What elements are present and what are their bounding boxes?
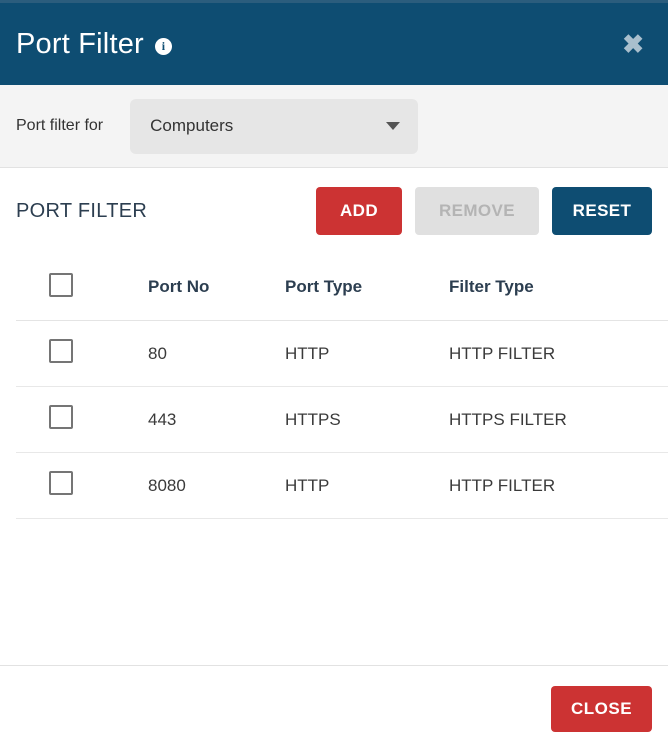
select-all-header — [16, 254, 148, 321]
row-select-cell — [16, 320, 148, 387]
row-select-cell — [16, 386, 148, 453]
table-header-row: Port No Port Type Filter Type — [16, 254, 668, 321]
section-toolbar: PORT FILTER ADD REMOVE RESET — [16, 168, 652, 254]
column-header-port-type: Port Type — [285, 254, 449, 321]
filter-bar: Port filter for Computers — [0, 85, 668, 168]
add-button[interactable]: ADD — [316, 187, 402, 235]
cell-port-no: 8080 — [148, 452, 285, 519]
cell-port-no: 443 — [148, 386, 285, 453]
page-title: Port Filter — [16, 27, 144, 60]
action-button-group: ADD REMOVE RESET — [316, 187, 652, 235]
row-checkbox[interactable] — [49, 471, 73, 495]
table-row[interactable]: 80 HTTP HTTP FILTER — [16, 320, 668, 387]
table-header: Port No Port Type Filter Type — [16, 254, 668, 321]
row-checkbox[interactable] — [49, 339, 73, 363]
dialog-footer: CLOSE — [0, 665, 668, 751]
close-icon[interactable]: ✖ — [616, 27, 650, 61]
select-all-checkbox[interactable] — [49, 272, 73, 297]
chevron-down-icon — [386, 122, 401, 130]
cell-filter-type: HTTPS FILTER — [449, 386, 668, 453]
reset-button[interactable]: RESET — [552, 187, 652, 235]
cell-port-type: HTTPS — [285, 386, 449, 453]
dialog-header: Port Filter i ✖ — [0, 0, 668, 85]
port-filter-for-select[interactable]: Computers — [130, 98, 419, 154]
cell-port-no: 80 — [148, 320, 285, 387]
port-filter-for-value: Computers — [150, 116, 234, 135]
table-body: 80 HTTP HTTP FILTER 443 HTTPS HTTPS FILT… — [16, 320, 668, 519]
cell-filter-type: HTTP FILTER — [449, 320, 668, 387]
close-button[interactable]: CLOSE — [551, 685, 652, 732]
port-filter-dialog: Port Filter i ✖ Port filter for Computer… — [0, 0, 668, 751]
port-filter-table: Port No Port Type Filter Type 80 HTTP HT… — [16, 254, 668, 519]
row-checkbox[interactable] — [49, 405, 73, 429]
row-select-cell — [16, 452, 148, 519]
remove-button: REMOVE — [415, 187, 539, 235]
info-icon[interactable]: i — [154, 37, 172, 55]
column-header-port-no: Port No — [148, 254, 285, 321]
cell-port-type: HTTP — [285, 452, 449, 519]
port-filter-for-label: Port filter for — [16, 117, 104, 134]
dialog-body: PORT FILTER ADD REMOVE RESET Port No Por… — [0, 168, 668, 665]
section-title: PORT FILTER — [16, 199, 148, 222]
table-row[interactable]: 8080 HTTP HTTP FILTER — [16, 452, 668, 519]
table-row[interactable]: 443 HTTPS HTTPS FILTER — [16, 386, 668, 453]
cell-port-type: HTTP — [285, 320, 449, 387]
cell-filter-type: HTTP FILTER — [449, 452, 668, 519]
title-wrap: Port Filter i — [16, 27, 172, 60]
column-header-filter-type: Filter Type — [449, 254, 668, 321]
